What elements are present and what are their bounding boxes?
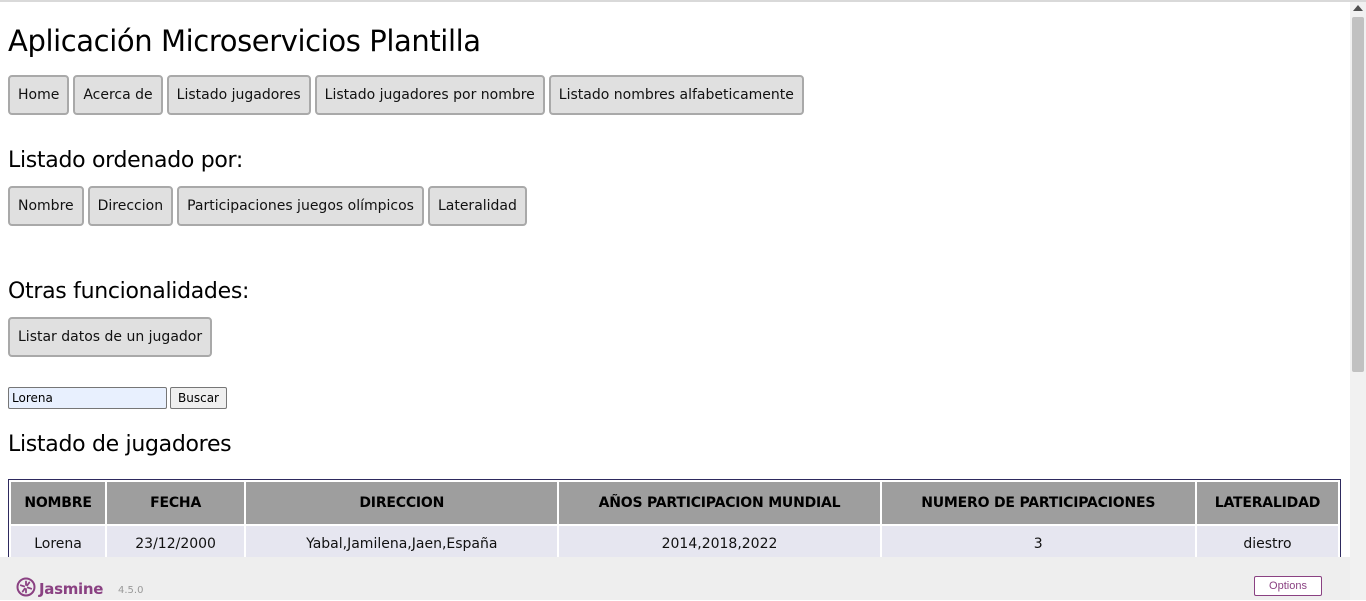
players-table: NOMBRE FECHA DIRECCION AÑOS PARTICIPACIO… (8, 479, 1341, 565)
table-header-row: NOMBRE FECHA DIRECCION AÑOS PARTICIPACIO… (11, 482, 1338, 524)
nav-names-alphabetical-button[interactable]: Listado nombres alfabeticamente (548, 75, 804, 115)
sort-heading: Listado ordenado por: (8, 148, 244, 173)
column-header-world-cup-years: AÑOS PARTICIPACION MUNDIAL (559, 482, 880, 524)
page-title: Aplicación Microservicios Plantilla (8, 24, 481, 58)
nav-players-list-button[interactable]: Listado jugadores (166, 75, 311, 115)
window-top-border (0, 0, 1366, 2)
vertical-scrollbar[interactable] (1350, 2, 1366, 600)
scroll-up-arrow-icon[interactable] (1353, 5, 1363, 11)
jasmine-version: 4.5.0 (118, 585, 144, 596)
column-header-name: NOMBRE (11, 482, 106, 524)
sort-by-name-button[interactable]: Nombre (8, 186, 84, 226)
nav-players-by-name-button[interactable]: Listado jugadores por nombre (314, 75, 545, 115)
scrollbar-thumb[interactable] (1352, 17, 1364, 372)
other-features-heading: Otras funcionalidades: (8, 279, 250, 304)
search-button[interactable]: Buscar (170, 387, 227, 409)
jasmine-footer: Jasmine 4.5.0 Options (0, 557, 1350, 600)
sort-by-olympic-participations-button[interactable]: Participaciones juegos olímpicos (177, 186, 424, 226)
jasmine-name: Jasmine (39, 580, 104, 598)
column-header-laterality: LATERALIDAD (1196, 482, 1338, 524)
list-player-data-button[interactable]: Listar datos de un jugador (8, 317, 213, 357)
other-features-buttons: Listar datos de un jugador (8, 317, 213, 357)
sort-buttons: Nombre Direccion Participaciones juegos … (8, 186, 527, 226)
jasmine-logo: Jasmine (16, 577, 103, 601)
column-header-participation-count: NUMERO DE PARTICIPACIONES (881, 482, 1195, 524)
main-nav: Home Acerca de Listado jugadores Listado… (8, 75, 804, 115)
nav-home-button[interactable]: Home (8, 75, 70, 115)
players-list-heading: Listado de jugadores (8, 432, 232, 457)
sort-by-address-button[interactable]: Direccion (87, 186, 174, 226)
column-header-date: FECHA (107, 482, 245, 524)
nav-about-button[interactable]: Acerca de (73, 75, 163, 115)
jasmine-flower-icon (16, 577, 36, 601)
search-bar: Buscar (8, 387, 227, 409)
jasmine-options-button[interactable]: Options (1254, 576, 1322, 596)
search-input[interactable] (8, 387, 167, 409)
column-header-address: DIRECCION (246, 482, 558, 524)
sort-by-laterality-button[interactable]: Lateralidad (427, 186, 527, 226)
